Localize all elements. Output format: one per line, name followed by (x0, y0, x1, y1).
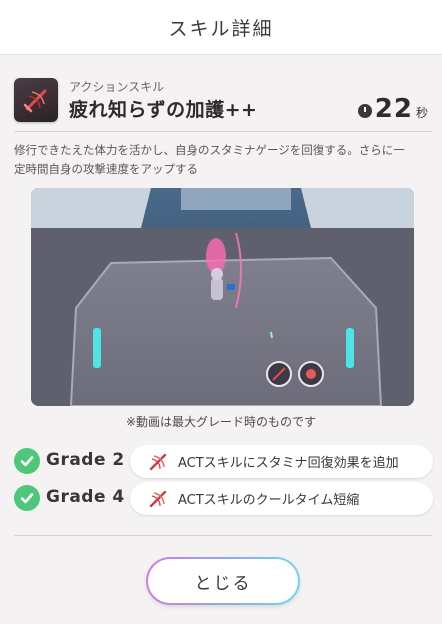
description-line-1: 修行できたえた体力を活かし、自身のスタミナゲージを回復する。さらに一 (14, 143, 405, 157)
sword-icon (149, 490, 167, 507)
sword-skill-icon (14, 78, 58, 122)
cooldown: 22 秒 (357, 94, 428, 124)
grade-effect: ACTスキルのクールタイム短縮 (130, 482, 433, 515)
grade-label: Grade 4 (46, 487, 125, 507)
grade-label: Grade 2 (46, 450, 125, 470)
skill-name: 疲れ知らずの加護++ (69, 99, 258, 121)
modal-title: スキル詳細 (168, 17, 274, 40)
check-icon (14, 448, 40, 474)
cooldown-unit: 秒 (415, 106, 428, 120)
grade-effect-text: ACTスキルのクールタイム短縮 (178, 493, 360, 508)
grade-effect-text: ACTスキルにスタミナ回復効果を追加 (178, 456, 399, 471)
skill-header: アクションスキル 疲れ知らずの加護++ 22 秒 (14, 76, 434, 124)
skill-description: 修行できたえた体力を活かし、自身のスタミナゲージを回復する。さらに一 定時間自身… (14, 141, 434, 179)
grade-effect: ACTスキルにスタミナ回復効果を追加 (130, 445, 433, 478)
divider (14, 131, 432, 132)
grade-row-4: Grade 4 ACTスキルのクールタイム短縮 (14, 482, 434, 516)
arena-scene (31, 188, 414, 406)
check-icon (14, 485, 40, 511)
skill-preview-video[interactable] (31, 188, 414, 406)
grade-row-2: Grade 2 ACTスキルにスタミナ回復効果を追加 (14, 445, 434, 479)
close-button[interactable]: とじる (146, 557, 300, 605)
modal-header: スキル詳細 (0, 0, 442, 54)
skill-type: アクションスキル (69, 80, 165, 94)
divider (14, 535, 432, 536)
cooldown-value: 22 (374, 94, 413, 124)
sword-icon (149, 453, 167, 470)
clock-icon (357, 104, 372, 118)
description-line-2: 定時間自身の攻撃速度をアップする (14, 162, 198, 176)
video-caption: ※動画は最大グレード時のものです (125, 415, 317, 429)
